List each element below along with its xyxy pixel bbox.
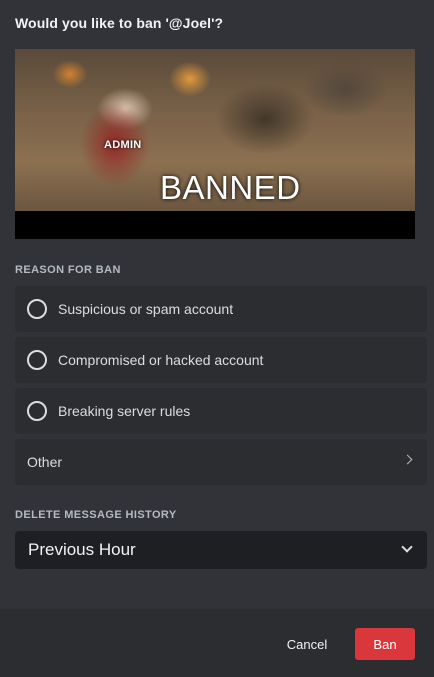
reason-option-compromised[interactable]: Compromised or hacked account [15,337,427,383]
gif-caption-banned: BANNED [160,169,301,206]
history-section-label: DELETE MESSAGE HISTORY [15,509,177,521]
dialog-title: Would you like to ban '@Joel'? [15,15,224,31]
reason-option-label: Other [27,454,63,470]
chevron-down-icon[interactable] [401,541,413,553]
chevron-right-icon [402,454,413,465]
ban-button[interactable]: Ban [355,628,415,660]
reason-option-label: Breaking server rules [58,403,191,419]
radio-empty-icon[interactable] [27,401,47,421]
delete-history-value: Previous Hour [28,540,136,559]
ban-dialog: Would you like to ban '@Joel'? ADMIN BAN… [0,0,434,677]
dialog-footer: Cancel Ban [0,609,434,677]
radio-empty-icon[interactable] [27,299,47,319]
reason-option-rules[interactable]: Breaking server rules [15,388,427,434]
ban-gif: ADMIN BANNED [15,49,415,239]
delete-history-select[interactable]: Previous Hour [15,531,427,569]
cancel-button[interactable]: Cancel [272,628,342,660]
reason-option-label: Suspicious or spam account [58,301,234,317]
reason-option-other[interactable]: Other [15,439,427,485]
reason-option-label: Compromised or hacked account [58,352,264,368]
radio-empty-icon[interactable] [27,350,47,370]
reason-option-spam[interactable]: Suspicious or spam account [15,286,427,332]
reason-section-label: REASON FOR BAN [15,264,121,276]
gif-letterbox [15,211,415,239]
gif-caption-admin: ADMIN [104,139,142,151]
